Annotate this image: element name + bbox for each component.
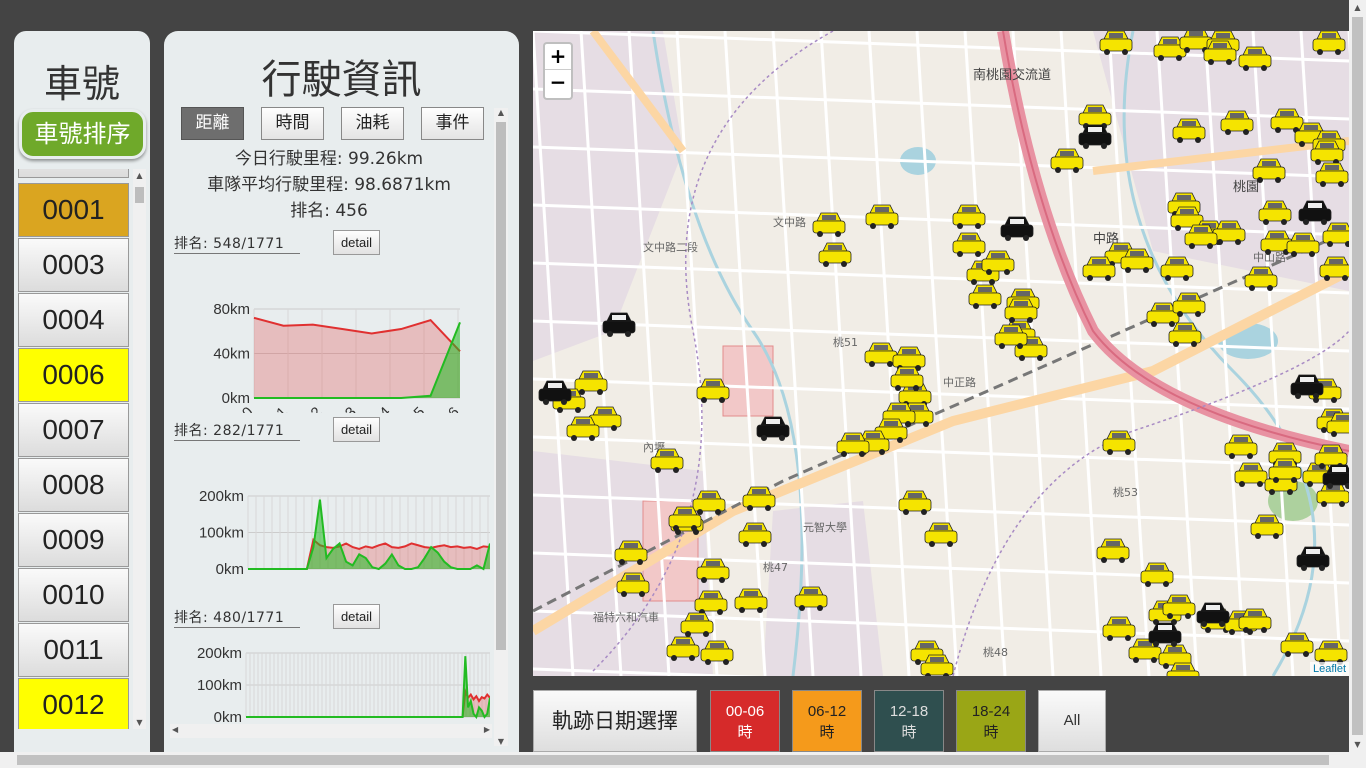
time-slot-18-24-button[interactable]: 18-24 時: [956, 690, 1026, 752]
vehicle-item[interactable]: 0006: [18, 348, 129, 402]
series-line: [246, 656, 490, 720]
slot-label: 18-24 時: [971, 703, 1011, 741]
window-vscroll-thumb[interactable]: [1352, 17, 1363, 735]
track-date-select-button[interactable]: 軌跡日期選擇: [533, 690, 697, 752]
x-tick-label: 2/15: [396, 404, 429, 413]
scroll-right-icon[interactable]: ▶: [484, 725, 490, 734]
vehicle-item[interactable]: 0011: [18, 623, 129, 677]
time-slot-all-button[interactable]: All: [1038, 690, 1106, 752]
x-tick-label: 2/12: [293, 404, 326, 413]
vehicle-item[interactable]: 0004: [18, 293, 129, 347]
vehicle-list-scrollbar[interactable]: ▲ ▼: [133, 169, 146, 729]
zoom-control: + −: [543, 42, 573, 100]
chart1-rank: 排名: 548/1771: [174, 233, 300, 254]
window-horizontal-scrollbar[interactable]: [0, 752, 1366, 768]
tab-distance[interactable]: 距離: [181, 107, 244, 140]
map-label: 文中路: [773, 215, 806, 229]
tab-fuel[interactable]: 油耗: [341, 107, 404, 140]
vehicle-item[interactable]: 0003: [18, 238, 129, 292]
vehicle-panel: 車號 車號排序 0001 0003 0004 0006 0007 0008 0009 0010…: [14, 31, 150, 752]
y-tick-label: 80km: [213, 301, 250, 318]
info-panel-scrollbar[interactable]: ▲ ▼: [494, 108, 508, 746]
map-label: 文中路二段: [643, 240, 698, 254]
chart2-rank: 排名: 282/1771: [174, 420, 300, 441]
vehicle-item[interactable]: 0008: [18, 458, 129, 512]
window-hscroll-thumb[interactable]: [17, 755, 1329, 765]
tab-events[interactable]: 事件: [421, 107, 484, 140]
vehicle-list: 0001 0003 0004 0006 0007 0008 0009 0010 0011 0012: [17, 169, 143, 729]
map-label: 桃53: [1113, 485, 1138, 499]
scroll-down-icon[interactable]: ▼: [494, 737, 508, 746]
monthly-distance-chart: 0km100km200km1/181/272/52/14: [199, 488, 490, 578]
map-label: 中正路: [943, 376, 976, 389]
slot-label: 12-18 時: [889, 703, 929, 741]
weekly-distance-chart: 0km40km80km2/102/112/122/132/142/152/16: [213, 301, 463, 413]
scroll-down-icon[interactable]: ▼: [1349, 740, 1366, 749]
fleet-average-mileage: 車隊平均行駛里程: 98.6871km: [207, 175, 451, 195]
vehicle-list-scroll-thumb[interactable]: [135, 187, 144, 203]
y-tick-label: 0km: [214, 709, 242, 723]
vehicle-item[interactable]: 0001: [18, 183, 129, 237]
chart3-rank: 排名: 480/1771: [174, 607, 300, 628]
map-label: 桃園: [1233, 180, 1259, 195]
driving-info-panel: 行駛資訊 距離 時間 油耗 事件 今日行駛里程: 99.26km 車隊平均行駛里…: [164, 31, 519, 752]
today-mileage: 今日行駛里程: 99.26km: [234, 149, 424, 169]
series-area: [246, 691, 490, 717]
slot-label: 00-06 時: [725, 703, 765, 741]
zoom-in-button[interactable]: +: [545, 44, 571, 70]
scroll-up-icon[interactable]: ▲: [1349, 3, 1366, 12]
info-scroll-thumb[interactable]: [496, 122, 506, 650]
map-view[interactable]: 南桃園交流道 中路 桃園 中山路 文中路二段 內壢 元智大學 福特六和汽車 桃47 桃51 桃53 桃…: [533, 31, 1349, 676]
y-tick-label: 100km: [199, 525, 244, 542]
map-label: 桃47: [763, 560, 788, 574]
series-line: [246, 687, 490, 718]
map-tiles[interactable]: 南桃園交流道中路桃園中山路文中路二段內壢元智大學福特六和汽車桃47桃51桃53桃…: [533, 31, 1349, 676]
chart3-detail-button[interactable]: detail: [333, 604, 380, 629]
y-tick-label: 0km: [222, 390, 250, 407]
vehicle-item[interactable]: 0009: [18, 513, 129, 567]
y-tick-label: 100km: [197, 677, 242, 694]
scroll-down-icon[interactable]: ▼: [133, 718, 146, 727]
vehicle-item[interactable]: 0010: [18, 568, 129, 622]
map-label: 元智大學: [803, 520, 847, 534]
map-label: 桃48: [983, 645, 1008, 659]
info-panel-title: 行駛資訊: [261, 57, 422, 103]
info-panel-hscrollbar[interactable]: ◀ ▶: [170, 724, 492, 738]
time-slot-12-18-button[interactable]: 12-18 時: [874, 690, 944, 752]
time-slot-00-06-button[interactable]: 00-06 時: [710, 690, 780, 752]
scroll-left-icon[interactable]: ◀: [172, 725, 178, 734]
scroll-up-icon[interactable]: ▲: [494, 108, 508, 117]
vehicle-item[interactable]: 0012: [18, 678, 129, 729]
x-tick-label: 2/14: [361, 404, 394, 413]
series-area: [254, 317, 460, 398]
zoom-out-button[interactable]: −: [545, 70, 571, 96]
y-tick-label: 200km: [197, 645, 242, 662]
slot-label: 06-12 時: [807, 703, 847, 741]
chart1-detail-button[interactable]: detail: [333, 230, 380, 255]
vehicle-item[interactable]: 0007: [18, 403, 129, 457]
time-slot-06-12-button[interactable]: 06-12 時: [792, 690, 862, 752]
map-attribution-link[interactable]: Leaflet: [1309, 662, 1349, 676]
scroll-up-icon[interactable]: ▲: [133, 171, 146, 180]
y-tick-label: 0km: [216, 561, 244, 578]
x-tick-label: 2/16: [430, 404, 463, 413]
x-tick-label: 2/13: [327, 404, 360, 413]
map-label: 南桃園交流道: [973, 67, 1051, 83]
vehicle-item-partial[interactable]: [18, 169, 129, 178]
map-label: 桃51: [833, 335, 858, 349]
map-label: 福特六和汽車: [593, 610, 659, 624]
chart2-detail-button[interactable]: detail: [333, 417, 380, 442]
tab-time[interactable]: 時間: [261, 107, 324, 140]
y-tick-label: 40km: [213, 346, 250, 363]
sort-by-vehicle-button[interactable]: 車號排序: [19, 109, 146, 159]
rank-summary: 排名: 456: [290, 201, 368, 221]
vehicle-panel-title: 車號: [43, 62, 120, 106]
y-tick-label: 200km: [199, 488, 244, 505]
long-term-distance-chart: 0km 100km 200km: [197, 645, 490, 723]
x-tick-label: 2/11: [259, 404, 291, 413]
window-vertical-scrollbar[interactable]: ▲ ▼: [1349, 0, 1366, 752]
series-area: [246, 656, 490, 717]
